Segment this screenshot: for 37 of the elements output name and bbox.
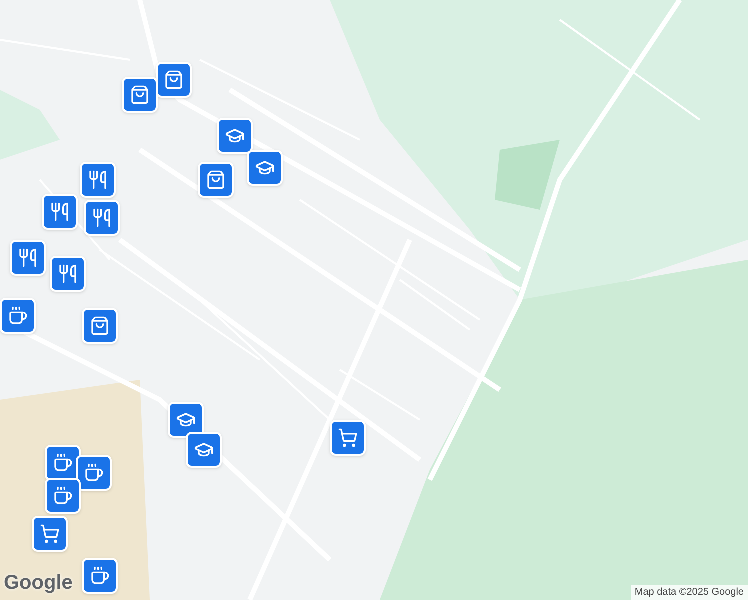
map-marker[interactable] bbox=[50, 256, 86, 292]
map-marker[interactable] bbox=[247, 150, 283, 186]
map-marker[interactable] bbox=[156, 62, 192, 98]
map-marker[interactable] bbox=[84, 200, 120, 236]
fork-knife-icon bbox=[50, 202, 70, 222]
cup-icon bbox=[90, 566, 110, 586]
shopping-bag-icon bbox=[164, 70, 184, 90]
map-marker[interactable] bbox=[168, 402, 204, 438]
map-marker[interactable] bbox=[45, 478, 81, 514]
map-marker[interactable] bbox=[82, 558, 118, 594]
cup-icon bbox=[53, 453, 73, 473]
map-marker[interactable] bbox=[82, 308, 118, 344]
map-marker[interactable] bbox=[198, 162, 234, 198]
fork-knife-icon bbox=[92, 208, 112, 228]
map-marker[interactable] bbox=[80, 162, 116, 198]
map-marker[interactable] bbox=[0, 298, 36, 334]
map-attribution: Map data ©2025 Google bbox=[630, 585, 748, 600]
shopping-bag-icon bbox=[130, 85, 150, 105]
fork-knife-icon bbox=[88, 170, 108, 190]
fork-knife-icon bbox=[18, 248, 38, 268]
cup-icon bbox=[8, 306, 28, 326]
map-marker[interactable] bbox=[32, 516, 68, 552]
map-marker[interactable] bbox=[186, 432, 222, 468]
shopping-bag-icon bbox=[206, 170, 226, 190]
cup-icon bbox=[53, 486, 73, 506]
cart-icon bbox=[338, 428, 358, 448]
shopping-bag-icon bbox=[90, 316, 110, 336]
map-marker[interactable] bbox=[10, 240, 46, 276]
cart-icon bbox=[40, 524, 60, 544]
map-marker[interactable] bbox=[76, 455, 112, 491]
map-marker[interactable] bbox=[42, 194, 78, 230]
map-marker[interactable] bbox=[330, 420, 366, 456]
fork-knife-icon bbox=[58, 264, 78, 284]
cup-icon bbox=[84, 463, 104, 483]
map-marker[interactable] bbox=[217, 118, 253, 154]
google-logo: Google bbox=[4, 571, 73, 596]
map-marker[interactable] bbox=[122, 77, 158, 113]
